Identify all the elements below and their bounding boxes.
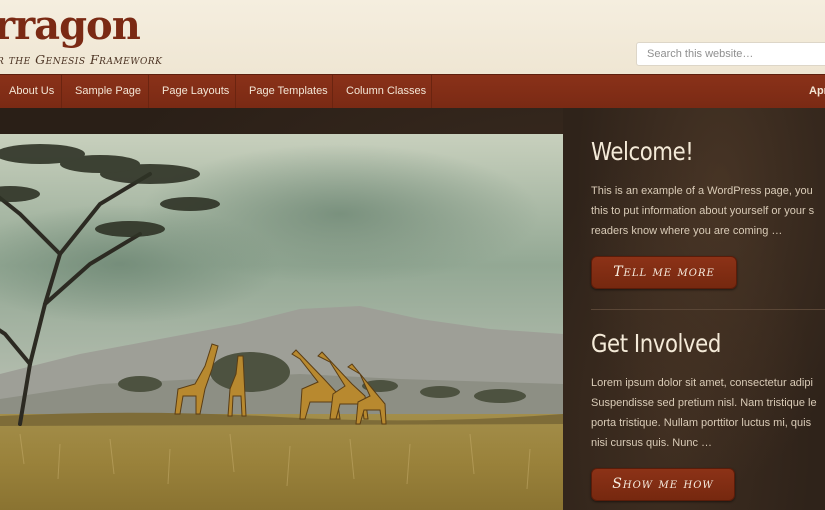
nav-item-column-classes[interactable]: Column Classes xyxy=(333,75,432,108)
sidebar-widgets: Welcome! This is an example of a WordPre… xyxy=(563,108,825,510)
site-title[interactable]: rragon xyxy=(0,6,141,46)
site-header: rragon r the Genesis Framework xyxy=(0,0,825,74)
widget-title-get-involved: Get Involved xyxy=(591,329,721,358)
nav-item-sample-page[interactable]: Sample Page xyxy=(62,75,149,108)
show-me-how-button[interactable]: Show me how xyxy=(591,468,735,501)
nav-item-about-us[interactable]: About Us xyxy=(0,75,62,108)
nav-item-page-templates[interactable]: Page Templates xyxy=(236,75,333,108)
site-tagline: r the Genesis Framework xyxy=(0,52,163,67)
nav-date: Apr xyxy=(809,85,825,97)
search-form xyxy=(636,42,825,66)
widget-text-welcome: This is an example of a WordPress page, … xyxy=(591,185,815,237)
widget-text-get-involved: Lorem ipsum dolor sit amet, consectetur … xyxy=(591,377,817,449)
tell-me-more-button[interactable]: Tell me more xyxy=(591,256,737,289)
home-featured-area: Welcome! This is an example of a WordPre… xyxy=(0,108,825,510)
savanna-giraffes-image xyxy=(0,134,563,510)
search-input[interactable] xyxy=(637,43,825,65)
primary-nav: About Us Sample Page Page Layouts Page T… xyxy=(0,74,825,108)
widget-divider xyxy=(591,309,825,310)
nav-item-page-layouts[interactable]: Page Layouts xyxy=(149,75,236,108)
featured-image[interactable] xyxy=(0,134,563,510)
widget-title-welcome: Welcome! xyxy=(591,137,694,166)
